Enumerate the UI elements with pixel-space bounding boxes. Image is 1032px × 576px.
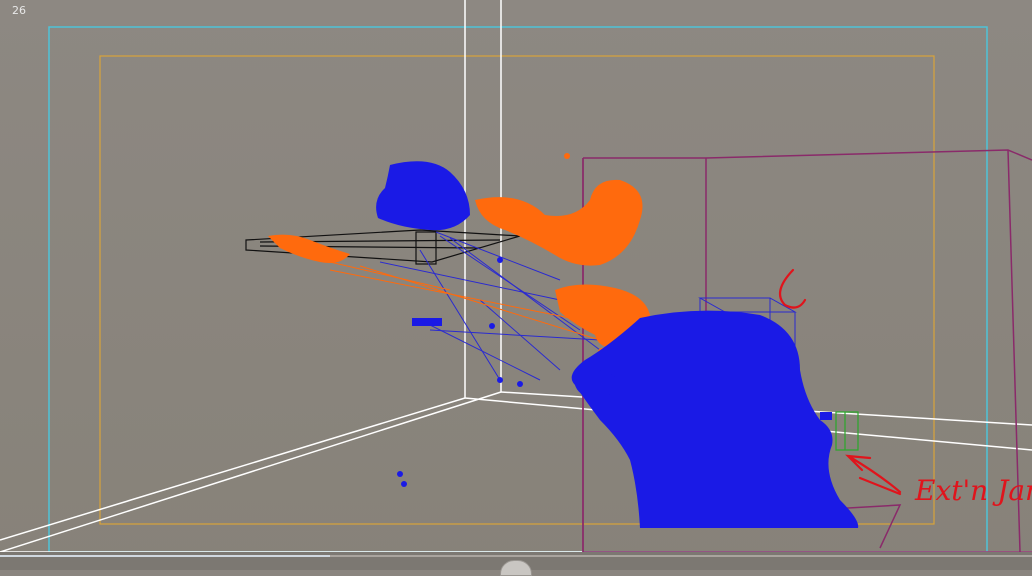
green-marker (835, 411, 859, 451)
particle-trails-orange (299, 254, 601, 341)
scene-canvas[interactable]: Ext'n Jank (0, 0, 1032, 552)
annotation-text: Ext'n Jank (914, 474, 1032, 507)
timeline-bar[interactable] (0, 552, 1032, 576)
viewport-3d[interactable]: 26 Ext'n Ja (0, 0, 1032, 576)
ground-grid (0, 0, 1032, 552)
safe-frame-outer (48, 26, 988, 552)
timeline-progress (0, 555, 331, 557)
time-slider-handle[interactable] (500, 560, 532, 576)
